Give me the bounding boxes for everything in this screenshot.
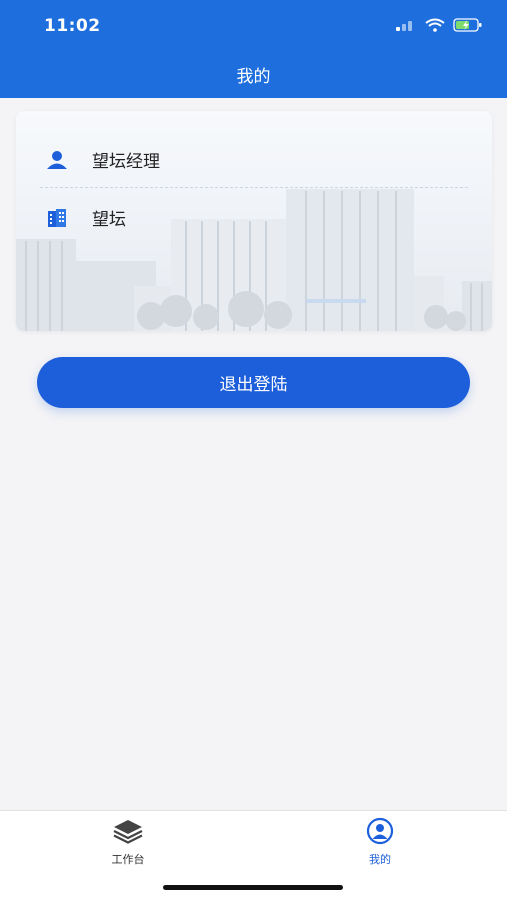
tab-workbench[interactable]: 工作台 [88,817,168,867]
signal-icon [396,21,412,31]
wifi-icon [425,18,445,32]
status-time: 11:02 [44,16,101,36]
tab-mine-label: 我的 [369,853,391,866]
user-circle-icon [366,817,394,845]
profile-organization-row: 望坛 [46,205,126,230]
user-icon [47,150,67,169]
profile-card: 望坛经理 望坛 [16,111,492,331]
app-header: 11:02 我的 [0,0,507,98]
logout-button[interactable]: 退出登陆 [37,357,470,408]
tab-mine[interactable]: 我的 [340,817,420,867]
status-icons [395,18,483,32]
battery-icon [453,18,482,32]
profile-organization: 望坛 [92,210,126,230]
profile-name-row: 望坛经理 [46,147,160,172]
profile-name: 望坛经理 [92,152,160,172]
building-icon [48,208,66,227]
card-divider [40,187,468,188]
page-title: 我的 [236,67,271,87]
stack-layers-icon [113,820,143,844]
tab-workbench-label: 工作台 [111,853,145,866]
home-indicator [163,885,343,890]
